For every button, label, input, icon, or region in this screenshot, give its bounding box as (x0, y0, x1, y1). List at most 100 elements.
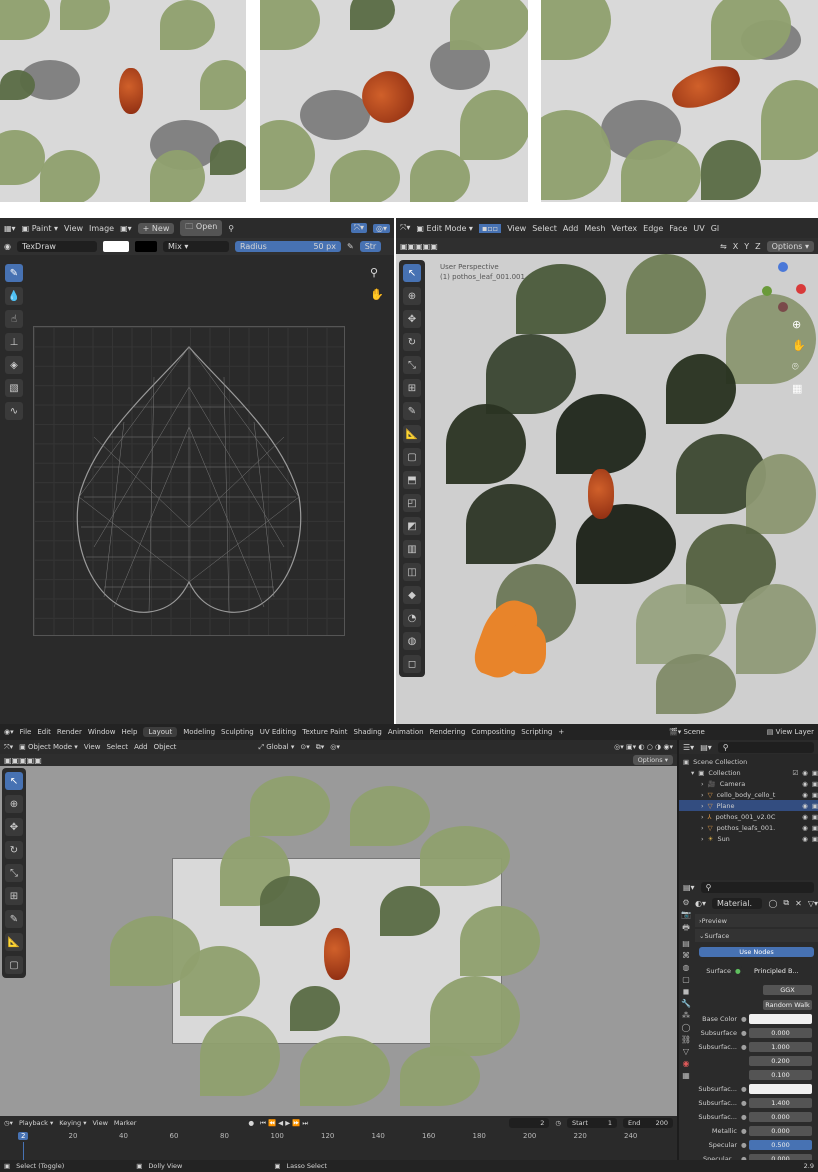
secondary-color-swatch[interactable] (134, 241, 157, 252)
menu-uv[interactable]: UV (693, 224, 704, 233)
mode-dropdown[interactable]: ▣ Paint ▾ (22, 224, 58, 233)
tool-tab-icon[interactable]: ⚙ (682, 898, 689, 907)
menu-image[interactable]: Image (89, 224, 114, 233)
scale-tool-icon[interactable]: ⤡ (403, 356, 421, 374)
material-browse-icon[interactable]: ◐▾ (695, 899, 706, 908)
add-cube-tool-icon[interactable]: ▢ (5, 956, 23, 974)
select-box-icons[interactable]: ▣▣▣▣▣ (4, 756, 42, 765)
input-value-field[interactable]: 0.500 (749, 1139, 812, 1150)
outliner-item[interactable]: › ▽ Plane ◉ ▣ (679, 800, 818, 811)
input-value-field[interactable]: 0.100 (749, 1069, 812, 1080)
render-icon[interactable]: ▣ (812, 802, 818, 810)
visibility-icon[interactable]: ◉ (802, 813, 808, 821)
menu-add[interactable]: Add (563, 224, 579, 233)
menu-view[interactable]: View (507, 224, 526, 233)
constraints-tab-icon[interactable]: ⛓ (681, 1035, 691, 1044)
color-swatch[interactable] (102, 241, 129, 252)
view-layer-tab-icon[interactable]: ▤ (682, 939, 690, 948)
menu-face[interactable]: Face (669, 224, 687, 233)
menu-help[interactable]: Help (121, 728, 137, 736)
soften-tool-icon[interactable]: 💧 (5, 287, 23, 305)
menu-window[interactable]: Window (88, 728, 116, 736)
menu-view[interactable]: View (84, 743, 101, 751)
tab-animation[interactable]: Animation (388, 728, 424, 736)
surface-section[interactable]: ⌄ Surface (695, 929, 818, 942)
input-value-field[interactable] (749, 1013, 812, 1024)
tab-texture-paint[interactable]: Texture Paint (302, 728, 347, 736)
expand-icon[interactable]: › (701, 791, 704, 799)
new-image-button[interactable]: + New (137, 222, 175, 234)
mirror-icon[interactable]: ⇋ (720, 242, 727, 251)
cursor-tool-icon[interactable]: ⊕ (5, 795, 23, 813)
tab-scripting[interactable]: Scripting (521, 728, 552, 736)
display-mode-icon[interactable]: ▤▾ (700, 743, 712, 752)
expand-icon[interactable]: › (701, 780, 704, 788)
fill-tool-icon[interactable]: ◈ (5, 356, 23, 374)
particles-tab-icon[interactable]: ⁂ (682, 1011, 690, 1020)
render-tab-icon[interactable]: 📷 (681, 910, 691, 919)
axis-y[interactable]: Y (744, 242, 749, 251)
playhead[interactable] (23, 1142, 24, 1160)
uv-canvas[interactable] (33, 326, 345, 636)
select-tool-icon[interactable]: ↖ (5, 772, 23, 790)
world-tab-icon[interactable]: ◍ (683, 963, 690, 972)
menu-add[interactable]: Add (134, 743, 148, 751)
mask-tool-icon[interactable]: ▧ (5, 379, 23, 397)
grid-view-icon[interactable]: ▦ (792, 382, 806, 395)
input-value-field[interactable]: 0.000 (749, 1125, 812, 1136)
inset-tool-icon[interactable]: ◰ (403, 494, 421, 512)
smear-tool-icon[interactable]: ☝ (5, 310, 23, 328)
snap-icon[interactable]: ⧉▾ (316, 743, 325, 752)
cursor-tool-icon[interactable]: ⊕ (403, 287, 421, 305)
annotate-tool-icon[interactable]: ✎ (5, 910, 23, 928)
brush-icon[interactable]: ◉ (4, 242, 11, 251)
pan-hand-icon[interactable]: ✋ (792, 339, 806, 352)
input-value-field[interactable]: 0.000 (749, 1027, 812, 1038)
data-tab-icon[interactable]: ▽ (683, 1047, 689, 1056)
menu-marker[interactable]: Marker (114, 1119, 136, 1127)
distribution-dropdown[interactable]: GGX (763, 984, 812, 995)
open-image-button[interactable]: 🗀 Open (180, 220, 223, 236)
pivot-icon[interactable]: ⊙▾ (300, 743, 309, 751)
select-mode-icons[interactable]: ▪▫▫ (478, 223, 502, 233)
visibility-icon[interactable]: ◉ (802, 791, 808, 799)
record-icon[interactable]: ● (248, 1119, 254, 1127)
scene-collection-row[interactable]: ▣ Scene Collection (679, 756, 818, 767)
edit-scene[interactable] (426, 254, 818, 724)
texture-tab-icon[interactable]: ▦ (682, 1071, 690, 1080)
checkbox-icon[interactable]: ☑ (792, 769, 798, 777)
clone-tool-icon[interactable]: ⊥ (5, 333, 23, 351)
measure-tool-icon[interactable]: 📐 (5, 933, 23, 951)
timeline-ruler[interactable]: 2 20 40 60 80 100 120 140 160 180 200 220 240 (0, 1130, 677, 1160)
expand-icon[interactable]: ▾ (691, 769, 694, 777)
measure-tool-icon[interactable]: 📐 (403, 425, 421, 443)
filter-icon[interactable]: ▽▾ (808, 899, 818, 908)
zoom-icon[interactable]: ⚲ (370, 266, 378, 279)
fake-user-icon[interactable]: ◯ (768, 899, 777, 908)
properties-search-input[interactable]: ⚲ (700, 881, 814, 893)
camera-view-icon[interactable]: ⌾ (792, 360, 806, 374)
output-tab-icon[interactable]: 🖶 (682, 922, 690, 936)
visibility-icon[interactable]: ◉ (802, 780, 808, 788)
poly-build-tool-icon[interactable]: ◆ (403, 586, 421, 604)
zoom-icon[interactable]: ⊕ (792, 318, 806, 331)
object-scene[interactable] (0, 766, 677, 1116)
add-workspace-button[interactable]: + (558, 728, 564, 736)
clock-icon[interactable]: ◷ (555, 1119, 561, 1127)
render-icon[interactable]: ▣ (812, 835, 818, 843)
mode-dropdown[interactable]: ▣ Edit Mode ▾ (416, 224, 473, 233)
spin-tool-icon[interactable]: ◔ (403, 609, 421, 627)
unlink-material-icon[interactable]: ✕ (795, 899, 802, 908)
tab-shading[interactable]: Shading (353, 728, 381, 736)
brush-name[interactable]: TexDraw (16, 241, 97, 252)
copy-material-icon[interactable]: ⧉ (783, 898, 789, 908)
options-dropdown[interactable]: Options ▾ (632, 755, 673, 765)
node-socket-icon[interactable]: ● (741, 1127, 749, 1135)
expand-icon[interactable]: › (701, 802, 704, 810)
proportional-icon[interactable]: ◎▾ (330, 743, 340, 751)
menu-view[interactable]: View (64, 224, 83, 233)
blender-logo-icon[interactable]: ◉▾ (4, 728, 14, 736)
start-frame-field[interactable]: Start 1 (567, 1118, 617, 1128)
transform-orientation[interactable]: Gl (711, 224, 719, 233)
pin-icon[interactable]: ⚲ (228, 224, 234, 233)
